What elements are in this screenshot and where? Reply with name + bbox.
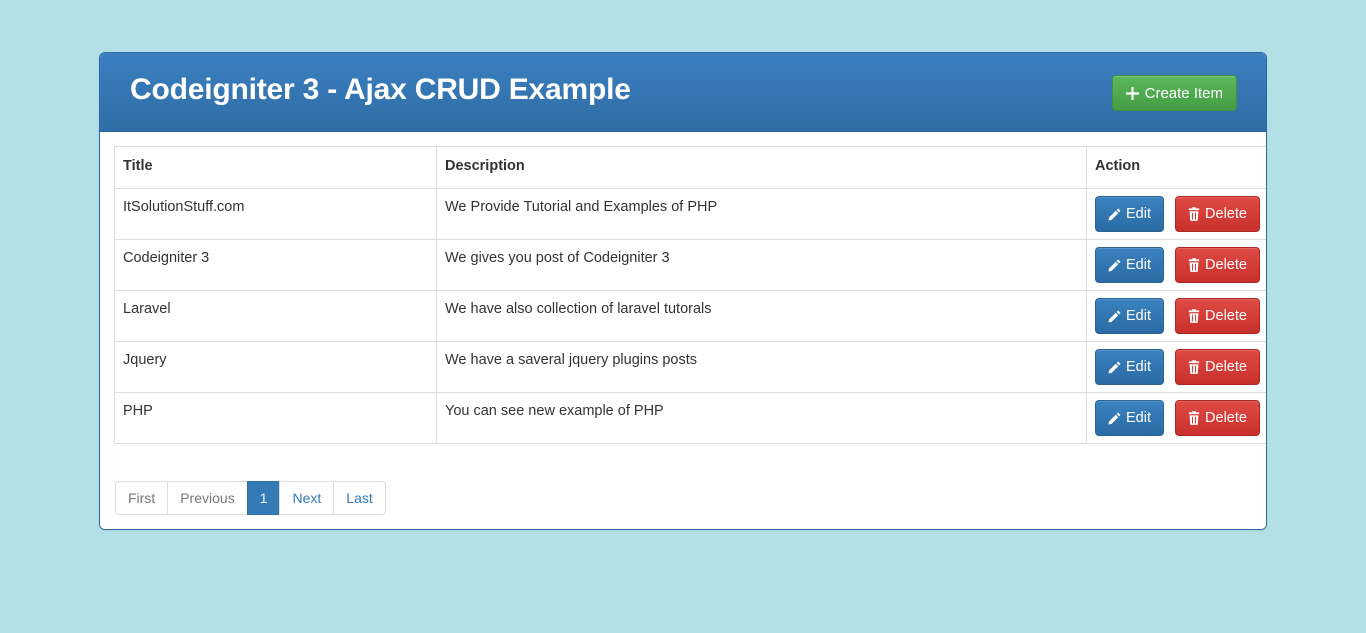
trash-icon [1188, 309, 1200, 323]
panel-body: Title Description Action ItSolutionStuff… [100, 132, 1266, 529]
cell-title: Codeigniter 3 [114, 239, 437, 291]
cell-description: You can see new example of PHP [436, 392, 1087, 444]
delete-button[interactable]: Delete [1175, 298, 1260, 334]
cell-description: We have a saveral jquery plugins posts [436, 341, 1087, 393]
pagination-last[interactable]: Last [333, 481, 386, 515]
delete-button[interactable]: Delete [1175, 196, 1260, 232]
edit-button[interactable]: Edit [1095, 400, 1164, 436]
cell-title: PHP [114, 392, 437, 444]
table-header-row: Title Description Action [114, 146, 1266, 189]
edit-button[interactable]: Edit [1095, 247, 1164, 283]
delete-button-label: Delete [1205, 410, 1247, 426]
pencil-icon [1108, 411, 1121, 425]
pencil-icon [1108, 309, 1121, 323]
table-row: ItSolutionStuff.com We Provide Tutorial … [114, 188, 1266, 240]
cell-action: Edit Delete [1086, 239, 1266, 291]
pagination-page-1[interactable]: 1 [246, 481, 280, 515]
edit-button[interactable]: Edit [1095, 298, 1164, 334]
delete-button-label: Delete [1205, 257, 1247, 273]
cell-description: We Provide Tutorial and Examples of PHP [436, 188, 1087, 240]
delete-button-label: Delete [1205, 359, 1247, 375]
cell-title: Jquery [114, 341, 437, 393]
create-item-button[interactable]: Create Item [1111, 75, 1237, 111]
cell-title: Laravel [114, 290, 437, 342]
edit-button-label: Edit [1126, 257, 1151, 273]
pencil-icon [1108, 207, 1121, 221]
panel-header: Codeigniter 3 - Ajax CRUD Example Create… [100, 53, 1266, 132]
cell-action: Edit Delete [1086, 341, 1266, 393]
plus-icon [1125, 86, 1139, 100]
crud-panel: Codeigniter 3 - Ajax CRUD Example Create… [99, 52, 1267, 530]
edit-button-label: Edit [1126, 359, 1151, 375]
cell-action: Edit Delete [1086, 188, 1266, 240]
edit-button[interactable]: Edit [1095, 349, 1164, 385]
table-row: PHP You can see new example of PHP Edit [114, 392, 1266, 444]
pencil-icon [1108, 258, 1121, 272]
cell-action: Edit Delete [1086, 290, 1266, 342]
table-row: Laravel We have also collection of larav… [114, 290, 1266, 342]
cell-action: Edit Delete [1086, 392, 1266, 444]
pagination: First Previous 1 Next Last [115, 481, 386, 515]
pagination-previous[interactable]: Previous [167, 481, 247, 515]
edit-button-label: Edit [1126, 410, 1151, 426]
column-header-description: Description [436, 146, 1087, 189]
table-head: Title Description Action [114, 146, 1266, 189]
cell-title: ItSolutionStuff.com [114, 188, 437, 240]
cell-description: We gives you post of Codeigniter 3 [436, 239, 1087, 291]
items-table: Title Description Action ItSolutionStuff… [114, 146, 1266, 444]
delete-button-label: Delete [1205, 206, 1247, 222]
pagination-next[interactable]: Next [279, 481, 334, 515]
edit-button-label: Edit [1126, 308, 1151, 324]
pencil-icon [1108, 360, 1121, 374]
create-item-label: Create Item [1144, 84, 1223, 102]
delete-button-label: Delete [1205, 308, 1247, 324]
column-header-action: Action [1086, 146, 1266, 189]
edit-button[interactable]: Edit [1095, 196, 1164, 232]
pagination-first[interactable]: First [115, 481, 168, 515]
table-row: Codeigniter 3 We gives you post of Codei… [114, 239, 1266, 291]
page-title: Codeigniter 3 - Ajax CRUD Example [130, 73, 631, 106]
delete-button[interactable]: Delete [1175, 247, 1260, 283]
trash-icon [1188, 258, 1200, 272]
trash-icon [1188, 360, 1200, 374]
trash-icon [1188, 207, 1200, 221]
delete-button[interactable]: Delete [1175, 349, 1260, 385]
table-body: ItSolutionStuff.com We Provide Tutorial … [114, 188, 1266, 444]
column-header-title: Title [114, 146, 437, 189]
edit-button-label: Edit [1126, 206, 1151, 222]
delete-button[interactable]: Delete [1175, 400, 1260, 436]
cell-description: We have also collection of laravel tutor… [436, 290, 1087, 342]
table-row: Jquery We have a saveral jquery plugins … [114, 341, 1266, 393]
trash-icon [1188, 411, 1200, 425]
